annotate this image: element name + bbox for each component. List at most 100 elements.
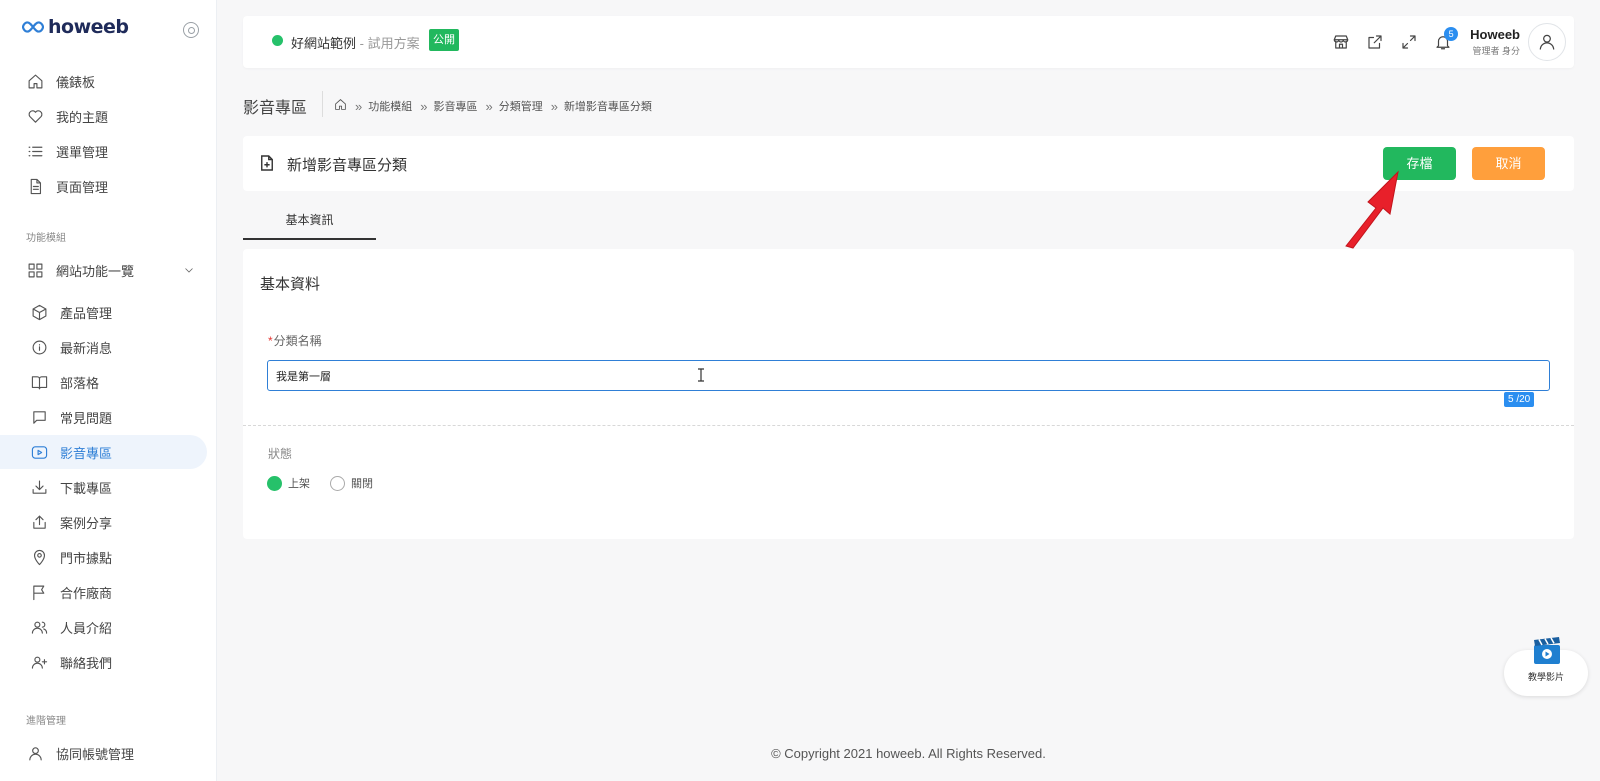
avatar[interactable] bbox=[1528, 23, 1566, 61]
sidebar-item-label: 頁面管理 bbox=[56, 179, 109, 195]
text-cursor-icon bbox=[698, 368, 704, 382]
sidebar: howeeb 儀錶板 我的主題 選單管理 頁面管理 功能模組 網站功能一覽 產品… bbox=[0, 0, 217, 781]
section-label-modules: 功能模組 bbox=[26, 233, 66, 244]
sidebar-item-downloads[interactable]: 下載專區 bbox=[0, 470, 207, 504]
sidebar-item-label: 選單管理 bbox=[56, 144, 109, 160]
user-role: 管理者 身分 bbox=[1472, 46, 1520, 56]
section-divider bbox=[243, 425, 1574, 426]
sidebar-item-cases[interactable]: 案例分享 bbox=[0, 505, 207, 539]
breadcrumb-item[interactable]: 影音專區 bbox=[433, 98, 477, 114]
site-status-dot bbox=[272, 35, 283, 46]
sidebar-item-label: 部落格 bbox=[60, 375, 100, 391]
bell-icon[interactable]: 5 bbox=[1426, 25, 1460, 59]
user-icon bbox=[26, 744, 44, 762]
cancel-button[interactable]: 取消 bbox=[1472, 147, 1545, 180]
page-heading: 影音專區 bbox=[243, 100, 308, 117]
sidebar-item-blog[interactable]: 部落格 bbox=[0, 365, 207, 399]
infinity-logo-icon bbox=[22, 21, 44, 33]
site-name-text: 好網站範例 bbox=[291, 36, 357, 51]
breadcrumb-separator-icon: » bbox=[550, 98, 558, 114]
tab-basic-info[interactable]: 基本資訊 bbox=[243, 208, 376, 240]
sidebar-item-accounts[interactable]: 協同帳號管理 bbox=[0, 736, 207, 770]
tutorial-video-widget[interactable]: 教學影片 bbox=[1504, 636, 1588, 698]
sidebar-item-stores[interactable]: 門市據點 bbox=[0, 540, 207, 574]
sidebar-item-label: 儀錶板 bbox=[56, 74, 96, 90]
file-icon bbox=[26, 177, 44, 195]
sidebar-item-contact[interactable]: 聯絡我們 bbox=[0, 645, 207, 679]
red-arrow-annotation bbox=[1345, 170, 1399, 249]
form-card: 基本資料 *分類名稱 5 /20 狀態 上架 關閉 bbox=[243, 249, 1574, 539]
breadcrumb-item[interactable]: 功能模組 bbox=[368, 98, 412, 114]
sidebar-item-news[interactable]: 最新消息 bbox=[0, 330, 207, 364]
user-plus-icon bbox=[30, 653, 48, 671]
tutorial-label: 教學影片 bbox=[1527, 672, 1564, 682]
logo-text: howeeb bbox=[48, 16, 129, 38]
sidebar-item-label: 人員介紹 bbox=[60, 620, 113, 636]
sidebar-item-label: 我的主題 bbox=[56, 109, 109, 125]
user-avatar-icon bbox=[1539, 34, 1555, 50]
file-plus-icon bbox=[260, 155, 274, 174]
notification-badge: 5 bbox=[1444, 27, 1459, 41]
sidebar-item-label: 門市據點 bbox=[60, 550, 113, 566]
logo[interactable]: howeeb bbox=[22, 16, 129, 38]
top-header: 好網站範例 - 試用方案 公開 5 Howeeb 管理者 身分 bbox=[243, 16, 1574, 68]
breadcrumb-home-icon[interactable] bbox=[334, 98, 347, 114]
sidebar-collapse-icon[interactable] bbox=[183, 22, 199, 38]
sidebar-item-team[interactable]: 人員介紹 bbox=[0, 610, 207, 644]
status-radio-on[interactable]: 上架 bbox=[267, 475, 310, 491]
sidebar-item-label: 產品管理 bbox=[60, 305, 113, 321]
store-icon[interactable] bbox=[1324, 25, 1358, 59]
breadcrumb-separator-icon: » bbox=[355, 98, 362, 114]
breadcrumb-current: 新增影音專區分類 bbox=[563, 101, 652, 113]
status-radio-off[interactable]: 關閉 bbox=[330, 475, 373, 491]
breadcrumb: » 功能模組 » 影音專區 » 分類管理 » 新增影音專區分類 bbox=[334, 98, 652, 114]
site-name[interactable]: 好網站範例 - 試用方案 bbox=[291, 33, 420, 52]
sidebar-item-partners[interactable]: 合作廠商 bbox=[0, 575, 207, 609]
sidebar-item-themes[interactable]: 我的主題 bbox=[0, 99, 207, 133]
home-icon bbox=[26, 72, 44, 90]
section-title: 基本資料 bbox=[260, 276, 321, 293]
radio-label: 關閉 bbox=[351, 478, 373, 490]
breadcrumb-divider bbox=[322, 91, 323, 117]
breadcrumb-item[interactable]: 分類管理 bbox=[499, 98, 543, 114]
chevron-down-icon bbox=[183, 264, 195, 279]
sidebar-group-site-features[interactable]: 網站功能一覽 bbox=[0, 253, 207, 287]
category-name-label: *分類名稱 bbox=[268, 332, 322, 349]
breadcrumb-separator-icon: » bbox=[485, 98, 492, 114]
footer-copyright: © Copyright 2021 howeeb. All Rights Rese… bbox=[771, 746, 1046, 761]
users-icon bbox=[30, 618, 48, 636]
share-icon bbox=[30, 513, 48, 531]
public-badge: 公開 bbox=[429, 29, 459, 51]
clapperboard-icon bbox=[1534, 637, 1560, 664]
sidebar-item-label: 影音專區 bbox=[60, 445, 113, 461]
sidebar-item-label: 最新消息 bbox=[60, 340, 113, 356]
sidebar-item-label: 聯絡我們 bbox=[60, 655, 113, 671]
grid-icon bbox=[26, 261, 44, 279]
radio-label: 上架 bbox=[288, 478, 310, 490]
required-mark: * bbox=[268, 334, 273, 348]
sidebar-item-label: 合作廠商 bbox=[60, 585, 113, 601]
sidebar-item-faq[interactable]: 常見問題 bbox=[0, 400, 207, 434]
external-link-icon[interactable] bbox=[1358, 25, 1392, 59]
fullscreen-icon[interactable] bbox=[1392, 25, 1426, 59]
book-icon bbox=[30, 373, 48, 391]
box-icon bbox=[30, 303, 48, 321]
breadcrumb-separator-icon: » bbox=[420, 98, 427, 114]
info-icon bbox=[30, 338, 48, 356]
site-plan: - 試用方案 bbox=[356, 36, 420, 51]
sidebar-item-menus[interactable]: 選單管理 bbox=[0, 134, 207, 168]
category-name-input[interactable] bbox=[267, 360, 1550, 391]
sidebar-item-pages[interactable]: 頁面管理 bbox=[0, 169, 207, 203]
sidebar-item-video[interactable]: 影音專區 bbox=[0, 435, 207, 469]
sidebar-group-label: 網站功能一覽 bbox=[56, 263, 135, 279]
char-counter: 5 /20 bbox=[1504, 392, 1535, 407]
list-icon bbox=[26, 142, 44, 160]
heart-icon bbox=[26, 107, 44, 125]
sidebar-item-dashboard[interactable]: 儀錶板 bbox=[0, 64, 207, 98]
user-info[interactable]: Howeeb 管理者 身分 bbox=[1470, 27, 1520, 57]
download-icon bbox=[30, 478, 48, 496]
flag-icon bbox=[30, 583, 48, 601]
form-title: 新增影音專區分類 bbox=[287, 157, 408, 174]
chat-icon bbox=[30, 408, 48, 426]
sidebar-item-products[interactable]: 產品管理 bbox=[0, 295, 207, 329]
